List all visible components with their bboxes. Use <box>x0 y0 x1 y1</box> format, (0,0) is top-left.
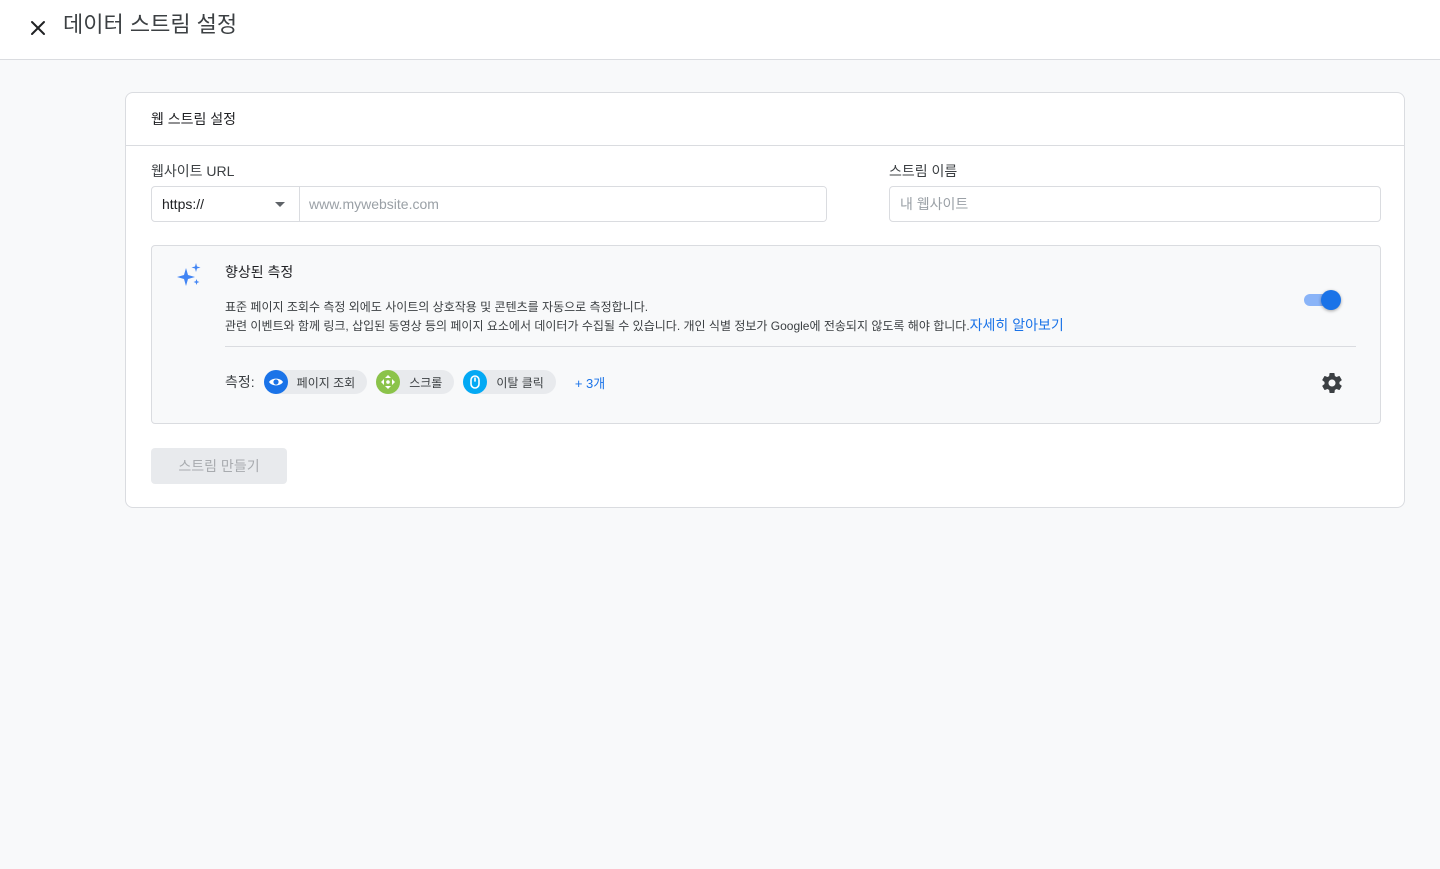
eye-icon <box>263 370 288 394</box>
close-icon <box>31 21 45 35</box>
measurement-label: 측정: <box>225 374 255 390</box>
website-url-field: https:// <box>151 186 827 222</box>
create-stream-button[interactable]: 스트림 만들기 <box>151 448 287 484</box>
page-title: 데이터 스트림 설정 <box>63 12 238 37</box>
card-header: 웹 스트림 설정 <box>126 93 1404 146</box>
enhanced-measurement-description: 표준 페이지 조회수 측정 외에도 사이트의 상호작용 및 콘텐츠를 자동으로 … <box>225 298 1064 335</box>
caret-down-icon <box>275 201 285 207</box>
more-measurements-link[interactable]: + 3개 <box>575 373 605 392</box>
chip-label: 스크롤 <box>409 375 443 390</box>
gear-icon[interactable] <box>1320 371 1344 395</box>
mouse-icon <box>463 370 488 394</box>
protocol-select[interactable]: https:// <box>152 187 300 221</box>
website-url-input[interactable] <box>300 187 826 221</box>
chip-page-views: 페이지 조회 <box>263 370 368 394</box>
chip-outbound-clicks: 이탈 클릭 <box>463 370 556 394</box>
toggle-knob <box>1321 290 1341 310</box>
stream-name-label: 스트림 이름 <box>889 163 958 179</box>
description-line-1: 표준 페이지 조회수 측정 외에도 사이트의 상호작용 및 콘텐츠를 자동으로 … <box>225 300 649 314</box>
divider <box>225 346 1356 347</box>
close-button[interactable] <box>24 14 52 42</box>
website-url-label: 웹사이트 URL <box>151 163 235 179</box>
chip-scroll: 스크롤 <box>376 370 455 394</box>
description-line-2: 관련 이벤트와 함께 링크, 삽입된 동영상 등의 페이지 요소에서 데이터가 … <box>225 316 1064 335</box>
enhanced-measurement-title: 향상된 측정 <box>225 264 294 280</box>
web-stream-card: 웹 스트림 설정 웹사이트 URL https:// 스트림 이름 향상된 측정… <box>125 92 1405 508</box>
top-bar: 데이터 스트림 설정 <box>0 0 1440 60</box>
card-title: 웹 스트림 설정 <box>151 111 237 127</box>
sparkle-icon <box>177 263 201 286</box>
protocol-value: https:// <box>162 196 205 212</box>
measurement-row: 측정: 페이지 조회 스크롤 이탈 클릭 + 3개 <box>225 369 605 395</box>
learn-more-link[interactable]: 자세히 알아보기 <box>970 317 1064 333</box>
stream-name-input[interactable] <box>889 186 1381 222</box>
enhanced-measurement-panel: 향상된 측정 표준 페이지 조회수 측정 외에도 사이트의 상호작용 및 콘텐츠… <box>151 245 1381 424</box>
enhanced-measurement-toggle[interactable] <box>1304 288 1341 310</box>
chip-label: 이탈 클릭 <box>496 375 544 390</box>
scroll-arrows-icon <box>376 370 401 394</box>
description-line-2-text: 관련 이벤트와 함께 링크, 삽입된 동영상 등의 페이지 요소에서 데이터가 … <box>225 319 970 333</box>
chip-label: 페이지 조회 <box>296 375 356 390</box>
